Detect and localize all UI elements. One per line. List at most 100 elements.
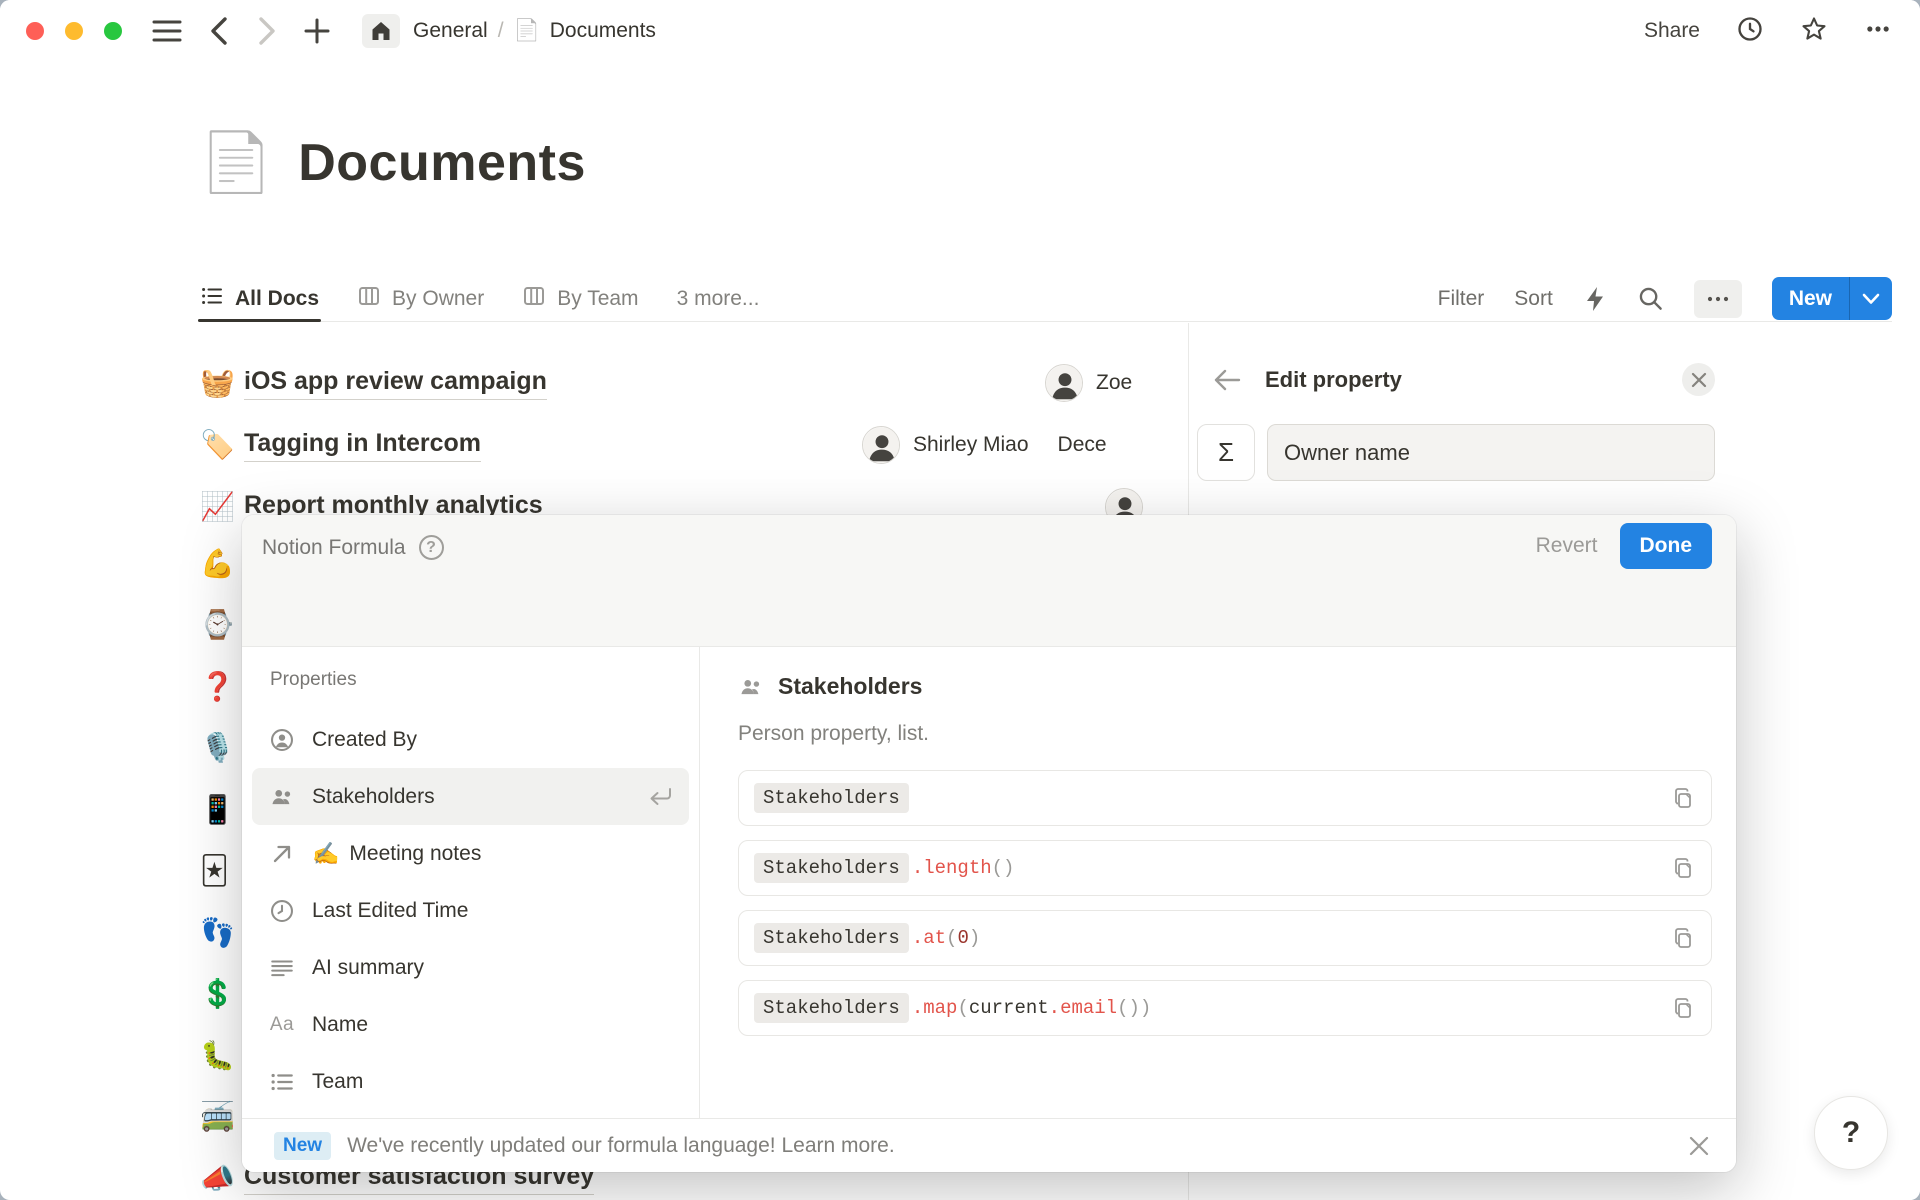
automation-bolt-icon[interactable]	[1583, 286, 1607, 312]
tab-label: 3 more...	[677, 287, 760, 311]
formula-body: Properties Created By Stakeholders ✍️ Me…	[242, 647, 1736, 1118]
row-emoji-icon: ❓	[200, 673, 240, 701]
new-dropdown-chevron[interactable]	[1849, 277, 1892, 320]
row-emoji-icon: 🐛	[200, 1042, 240, 1070]
page-title[interactable]: Documents	[298, 133, 586, 193]
titlebar: General / 📄 Documents Share	[0, 0, 1920, 62]
tab-label: By Team	[557, 287, 638, 311]
code-segment: Stakeholders	[754, 853, 909, 883]
home-button[interactable]	[362, 14, 400, 48]
banner-close-icon[interactable]	[1688, 1135, 1710, 1157]
detail-title-row: Stakeholders	[738, 673, 1712, 700]
formula-suggestion[interactable]: Stakeholders	[738, 770, 1712, 826]
row-title[interactable]: Tagging in Intercom	[244, 429, 481, 462]
code-segment: ()	[992, 857, 1015, 879]
formula-suggestion[interactable]: Stakeholders.at(0)	[738, 910, 1712, 966]
formula-suggestion[interactable]: Stakeholders.map(current.email())	[738, 980, 1712, 1036]
updates-clock-icon[interactable]	[1736, 15, 1764, 48]
banner-message: We've recently updated our formula langu…	[347, 1134, 895, 1158]
property-item[interactable]: AI summary	[252, 939, 689, 996]
formula-modal-title: Notion Formula ?	[262, 535, 444, 560]
list-view-icon	[200, 284, 224, 314]
people-icon	[738, 674, 764, 700]
code-segment: Stakeholders	[754, 993, 909, 1023]
tab-by-team[interactable]: By Team	[522, 276, 638, 321]
property-item[interactable]: Team	[252, 1053, 689, 1110]
table-rows-visible: 🧺 iOS app review campaign Zoe 🏷️ Tagging…	[200, 330, 1188, 538]
tab-by-owner[interactable]: By Owner	[357, 276, 484, 321]
new-button[interactable]: New	[1772, 277, 1849, 320]
property-item[interactable]: Last Edited Time	[252, 882, 689, 939]
new-page-icon[interactable]	[304, 18, 330, 44]
breadcrumb: General / 📄 Documents	[413, 19, 656, 43]
detail-property-name: Stakeholders	[778, 673, 922, 700]
property-item[interactable]: Created By	[252, 711, 689, 768]
property-name-input[interactable]	[1267, 424, 1715, 481]
code-segment: 0	[957, 927, 968, 949]
formula-banner: New We've recently updated our formula l…	[242, 1118, 1736, 1172]
zoom-window-button[interactable]	[104, 22, 122, 40]
favorite-star-icon[interactable]	[1800, 15, 1828, 48]
help-circle-icon[interactable]: ?	[419, 535, 444, 560]
arrow-up-right-icon	[268, 842, 296, 866]
back-arrow-icon[interactable]	[1213, 368, 1241, 392]
property-label: Team	[312, 1070, 363, 1094]
row-emoji-icon: 🚎	[200, 1103, 240, 1131]
page-emoji-icon[interactable]: 📄	[200, 134, 272, 192]
return-key-icon	[647, 786, 673, 808]
code-segment: ())	[1117, 997, 1151, 1019]
nav-controls	[152, 14, 400, 48]
search-icon[interactable]	[1637, 285, 1664, 312]
done-button[interactable]: Done	[1620, 523, 1713, 569]
formula-editor-header[interactable]: Notion Formula ? Revert Done	[242, 515, 1736, 647]
row-trailing-cells: Zoe	[1045, 364, 1132, 402]
forward-icon[interactable]	[256, 16, 278, 46]
copy-icon[interactable]	[1671, 926, 1695, 950]
copy-icon[interactable]	[1671, 856, 1695, 880]
tab-all-docs[interactable]: All Docs	[200, 276, 319, 321]
view-options-button[interactable]	[1694, 280, 1742, 318]
edit-property-title: Edit property	[1265, 367, 1402, 393]
code-segment: .map	[912, 997, 958, 1019]
help-button[interactable]: ?	[1814, 1096, 1888, 1170]
more-options-icon[interactable]	[1864, 15, 1892, 48]
avatar	[862, 426, 900, 464]
row-emoji-icon: 🏷️	[200, 431, 240, 459]
sort-button[interactable]: Sort	[1514, 287, 1553, 311]
code-segment: .email	[1049, 997, 1117, 1019]
tab-more-views[interactable]: 3 more...	[677, 276, 760, 321]
row-emoji-icon: 🎙️	[200, 734, 240, 762]
tab-label: All Docs	[235, 287, 319, 311]
breadcrumb-page[interactable]: Documents	[550, 19, 656, 43]
row-title[interactable]: iOS app review campaign	[244, 367, 547, 400]
sidebar-menu-icon[interactable]	[152, 18, 182, 44]
code-segment: Stakeholders	[754, 923, 909, 953]
property-item[interactable]: Stakeholders	[252, 768, 689, 825]
back-icon[interactable]	[208, 16, 230, 46]
formula-suggestion[interactable]: Stakeholders.length()	[738, 840, 1712, 896]
copy-icon[interactable]	[1671, 786, 1695, 810]
property-item[interactable]: ✍️ Meeting notes	[252, 825, 689, 882]
properties-heading: Properties	[270, 669, 689, 691]
property-emoji-icon: ✍️	[312, 841, 339, 867]
share-button[interactable]: Share	[1644, 19, 1700, 43]
close-window-button[interactable]	[26, 22, 44, 40]
property-item[interactable]: Aa Name	[252, 996, 689, 1053]
row-date: Dece	[1058, 433, 1107, 457]
row-person-name: Shirley Miao	[913, 433, 1029, 457]
row-emoji-icon: ⌚	[200, 611, 240, 639]
row-person-name: Zoe	[1096, 371, 1132, 395]
breadcrumb-separator: /	[498, 19, 504, 43]
formula-detail: Stakeholders Person property, list. Stak…	[700, 647, 1736, 1118]
minimize-window-button[interactable]	[65, 22, 83, 40]
breadcrumb-workspace[interactable]: General	[413, 19, 488, 43]
filter-button[interactable]: Filter	[1438, 287, 1485, 311]
suggestion-code: Stakeholders.map(current.email())	[754, 993, 1151, 1023]
property-label: Name	[312, 1013, 368, 1037]
close-icon[interactable]	[1682, 363, 1715, 396]
property-label: Meeting notes	[349, 842, 481, 866]
copy-icon[interactable]	[1671, 996, 1695, 1020]
property-type-button[interactable]: Σ	[1197, 424, 1255, 481]
title-icon: Aa	[268, 1014, 296, 1036]
revert-button[interactable]: Revert	[1528, 524, 1606, 568]
